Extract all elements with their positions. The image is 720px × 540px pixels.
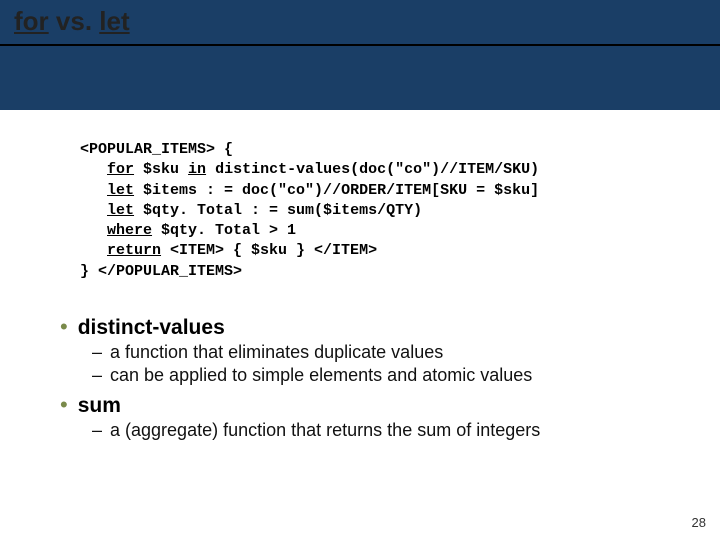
bullet-label: sum [78,394,121,418]
code-l2-rest: distinct-values(doc("co")//ITEM/SKU) [206,161,539,178]
code-l4-rest: $qty. Total : = sum($items/QTY) [134,202,422,219]
bullet-dot-icon: • [60,394,68,416]
code-l6-return: return [107,242,161,259]
title-mid: vs. [49,6,100,36]
bullet-distinct-values: • distinct-values [60,316,694,340]
dash-icon: – [92,365,102,386]
code-l1: <POPULAR_ITEMS> { [80,141,233,158]
sub-bullet-text: a function that eliminates duplicate val… [110,342,443,363]
sub-bullet-text: a (aggregate) function that returns the … [110,420,540,441]
code-l2-in: in [188,161,206,178]
dash-icon: – [92,420,102,441]
dash-icon: – [92,342,102,363]
bullet-dot-icon: • [60,316,68,338]
title-underline [0,44,720,46]
code-block: <POPULAR_ITEMS> { for $sku in distinct-v… [26,126,694,282]
slide-title: for vs. let [14,6,130,37]
sub-bullet: – a function that eliminates duplicate v… [92,342,694,363]
bullet-list: • distinct-values – a function that elim… [26,282,694,441]
sub-bullet-text: can be applied to simple elements and at… [110,365,532,386]
title-kw-for: for [14,6,49,36]
bullet-label: distinct-values [78,316,225,340]
code-l5-where: where [107,222,152,239]
code-l5-rest: $qty. Total > 1 [152,222,296,239]
code-l2-m1: $sku [134,161,188,178]
code-l6-rest: <ITEM> { $sku } </ITEM> [161,242,377,259]
slide-content: <POPULAR_ITEMS> { for $sku in distinct-v… [0,110,720,441]
bullet-sum: • sum [60,394,694,418]
code-l3-rest: $items : = doc("co")//ORDER/ITEM[SKU = $… [134,182,539,199]
code-l7: } </POPULAR_ITEMS> [80,263,242,280]
sub-bullet: – a (aggregate) function that returns th… [92,420,694,441]
code-l2-for: for [107,161,134,178]
sub-bullet: – can be applied to simple elements and … [92,365,694,386]
code-l4-let: let [107,202,134,219]
code-l3-let: let [107,182,134,199]
title-kw-let: let [99,6,129,36]
page-number: 28 [692,515,706,530]
slide-header: for vs. let [0,0,720,110]
